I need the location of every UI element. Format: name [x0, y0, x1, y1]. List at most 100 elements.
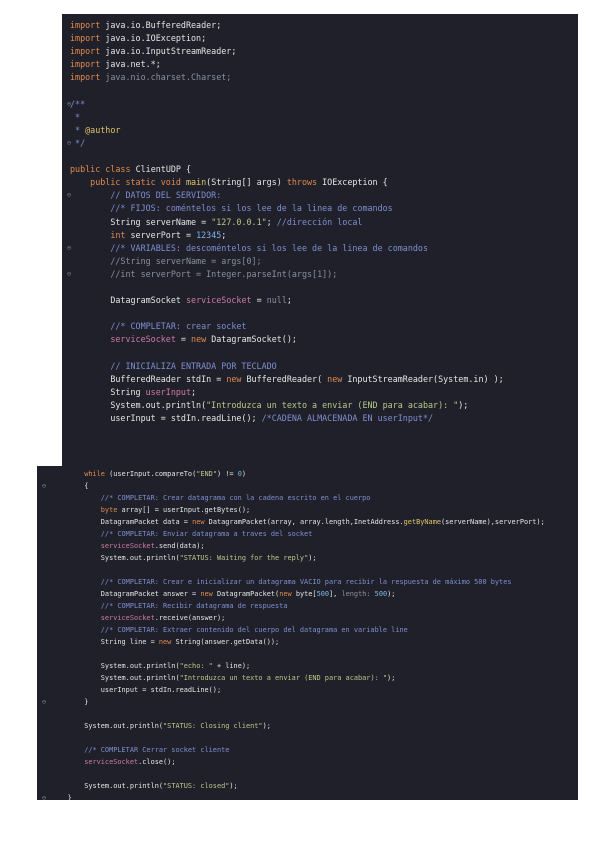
code-token: new: [158, 638, 176, 646]
code-token: String serverName =: [70, 216, 212, 227]
code-token: userInput: [145, 386, 192, 397]
code-line[interactable]: *: [70, 111, 80, 124]
code-token: ;: [286, 295, 292, 306]
code-line[interactable]: //* COMPLETAR: crear socket: [70, 320, 246, 333]
code-token: serviceSocket: [51, 542, 155, 550]
code-token: userInput = stdIn.readLine();: [70, 413, 262, 423]
code-token: java.io.InputStreamReader;: [105, 46, 237, 57]
code-line[interactable]: //* COMPLETAR: Crear datagrama con la ca…: [51, 492, 371, 504]
code-line[interactable]: BufferedReader stdIn = new BufferedReade…: [70, 373, 503, 386]
code-token: byte[: [295, 590, 317, 598]
code-token: // DATOS DEL SERVIDOR:: [70, 190, 222, 201]
code-line[interactable]: //* COMPLETAR Cerrar socket cliente: [51, 744, 229, 756]
code-line[interactable]: {: [51, 480, 88, 492]
fold-marker-icon[interactable]: ⊖: [39, 792, 49, 800]
code-token: java.net.*;: [105, 59, 161, 70]
code-line[interactable]: System.out.println("STATUS: Closing clie…: [51, 720, 271, 732]
code-token: BufferedReader stdIn =: [70, 373, 227, 384]
code-line[interactable]: int serverPort = 12345;: [70, 229, 226, 242]
code-token: );: [308, 554, 317, 562]
code-line[interactable]: //* COMPLETAR: Crear e inicializar un da…: [51, 576, 512, 588]
code-token: "END": [196, 470, 217, 478]
code-line[interactable]: DatagramPacket answer = new DatagramPack…: [51, 588, 396, 600]
code-token: /*CADENA ALMACENADA EN userInput*/: [261, 413, 434, 423]
code-token: System.out.println(: [51, 782, 164, 790]
code-line[interactable]: import java.io.IOException;: [70, 32, 206, 45]
code-token: DatagramPacket(array, array.length,InetA…: [208, 518, 404, 526]
fold-marker-icon[interactable]: ⊖: [39, 480, 49, 492]
code-token: //dirección local: [276, 216, 363, 227]
code-line[interactable]: //* COMPLETAR: Enviar datagrama a traves…: [51, 528, 313, 540]
fold-marker-icon[interactable]: ⊖: [39, 696, 49, 708]
code-line[interactable]: serviceSocket.send(data);: [51, 540, 205, 552]
code-token: System.out.println(: [51, 674, 180, 682]
code-line[interactable]: import java.io.InputStreamReader;: [70, 45, 236, 58]
code-token: public class: [70, 164, 136, 175]
code-editor-top[interactable]: import java.io.BufferedReader; import jav…: [62, 14, 578, 468]
code-line[interactable]: System.out.println("echo: " + line);: [51, 660, 250, 672]
code-line[interactable]: byte array[] = userInput.getBytes();: [51, 504, 250, 516]
code-line[interactable]: // INICIALIZA ENTRADA POR TECLADO: [70, 360, 276, 373]
code-token: java.nio.charset.Charset;: [105, 72, 232, 83]
code-line[interactable]: public static void main(String[] args) t…: [70, 176, 388, 189]
code-line[interactable]: System.out.println("Introduzca un texto …: [51, 672, 396, 684]
code-line[interactable]: //* VARIABLES: descoméntelos si los lee …: [70, 242, 428, 255]
code-line[interactable]: String userInput;: [70, 386, 196, 399]
code-line[interactable]: //String serverName = args[0];: [70, 255, 262, 268]
code-line[interactable]: DatagramPacket data = new DatagramPacket…: [51, 516, 545, 528]
code-token: //* VARIABLES: descoméntelos si los lee …: [70, 242, 428, 253]
code-token: (userInput.compareTo(: [109, 470, 197, 478]
code-token: */: [70, 137, 86, 148]
code-line[interactable]: System.out.println("STATUS: Waiting for …: [51, 552, 317, 564]
code-token: );: [387, 674, 396, 682]
code-line[interactable]: //* COMPLETAR: Recibir datagrama de resp…: [51, 600, 288, 612]
code-token: (String[] args): [206, 177, 287, 188]
code-token: serviceSocket: [185, 295, 252, 306]
code-token: "echo: ": [179, 662, 213, 670]
code-token: serviceSocket: [51, 758, 139, 766]
code-line[interactable]: serviceSocket = new DatagramSocket();: [70, 333, 297, 346]
code-token: IOException {: [322, 177, 388, 188]
code-token: new: [192, 518, 209, 526]
code-token: 12345: [196, 229, 222, 240]
code-line[interactable]: }: [51, 792, 72, 800]
code-token: throws: [286, 177, 323, 188]
code-line[interactable]: //* FIJOS: coméntelos si los lee de la l…: [70, 202, 393, 215]
code-line[interactable]: String serverName = "127.0.0.1"; //direc…: [70, 216, 362, 229]
code-line[interactable]: import java.net.*;: [70, 58, 161, 71]
code-token: String: [70, 386, 146, 397]
code-line[interactable]: serviceSocket.receive(answer);: [51, 612, 225, 624]
code-line[interactable]: public class ClientUDP {: [70, 163, 191, 176]
code-line[interactable]: */: [70, 137, 85, 150]
code-line[interactable]: System.out.println("Introduzca un texto …: [70, 399, 468, 412]
code-line[interactable]: //int serverPort = Integer.parseInt(args…: [70, 268, 337, 281]
code-line[interactable]: String line = new String(answer.getData(…: [51, 636, 279, 648]
code-line[interactable]: import java.io.BufferedReader;: [70, 19, 221, 32]
code-token: @author: [85, 124, 121, 135]
code-line[interactable]: while (userInput.compareTo("END") != 0): [51, 468, 246, 480]
code-line[interactable]: System.out.println("STATUS: closed");: [51, 780, 238, 792]
code-line[interactable]: serviceSocket.close();: [51, 756, 175, 768]
code-line[interactable]: import java.nio.charset.Charset;: [70, 71, 231, 84]
code-line[interactable]: userInput = stdIn.readLine();: [51, 684, 221, 696]
code-token: new: [191, 334, 212, 345]
code-token: public static void: [70, 177, 186, 188]
code-editor-bottom[interactable]: while (userInput.compareTo("END") != 0) ⊖…: [37, 466, 578, 800]
code-line[interactable]: }: [51, 696, 88, 708]
code-line[interactable]: //* COMPLETAR: Extraer contenido del cue…: [51, 624, 408, 636]
code-token: new: [327, 373, 348, 384]
code-line[interactable]: * @author: [70, 124, 125, 137]
code-token: length:: [341, 590, 375, 598]
code-token: //* FIJOS: coméntelos si los lee de la l…: [70, 203, 393, 214]
code-token: serviceSocket: [70, 334, 176, 345]
code-token: //* COMPLETAR: Crear e inicializar un da…: [51, 578, 512, 586]
code-token: //String serverName = args[0];: [70, 255, 262, 266]
code-line[interactable]: // DATOS DEL SERVIDOR:: [70, 189, 221, 202]
code-line[interactable]: userInput = stdIn.readLine(); /*CADENA A…: [70, 412, 433, 425]
code-token: "STATUS: closed": [163, 782, 230, 790]
code-line[interactable]: DatagramSocket serviceSocket = null;: [70, 294, 292, 307]
code-token: }: [51, 698, 89, 706]
code-token: import: [70, 46, 106, 57]
code-line[interactable]: /**: [70, 98, 85, 111]
